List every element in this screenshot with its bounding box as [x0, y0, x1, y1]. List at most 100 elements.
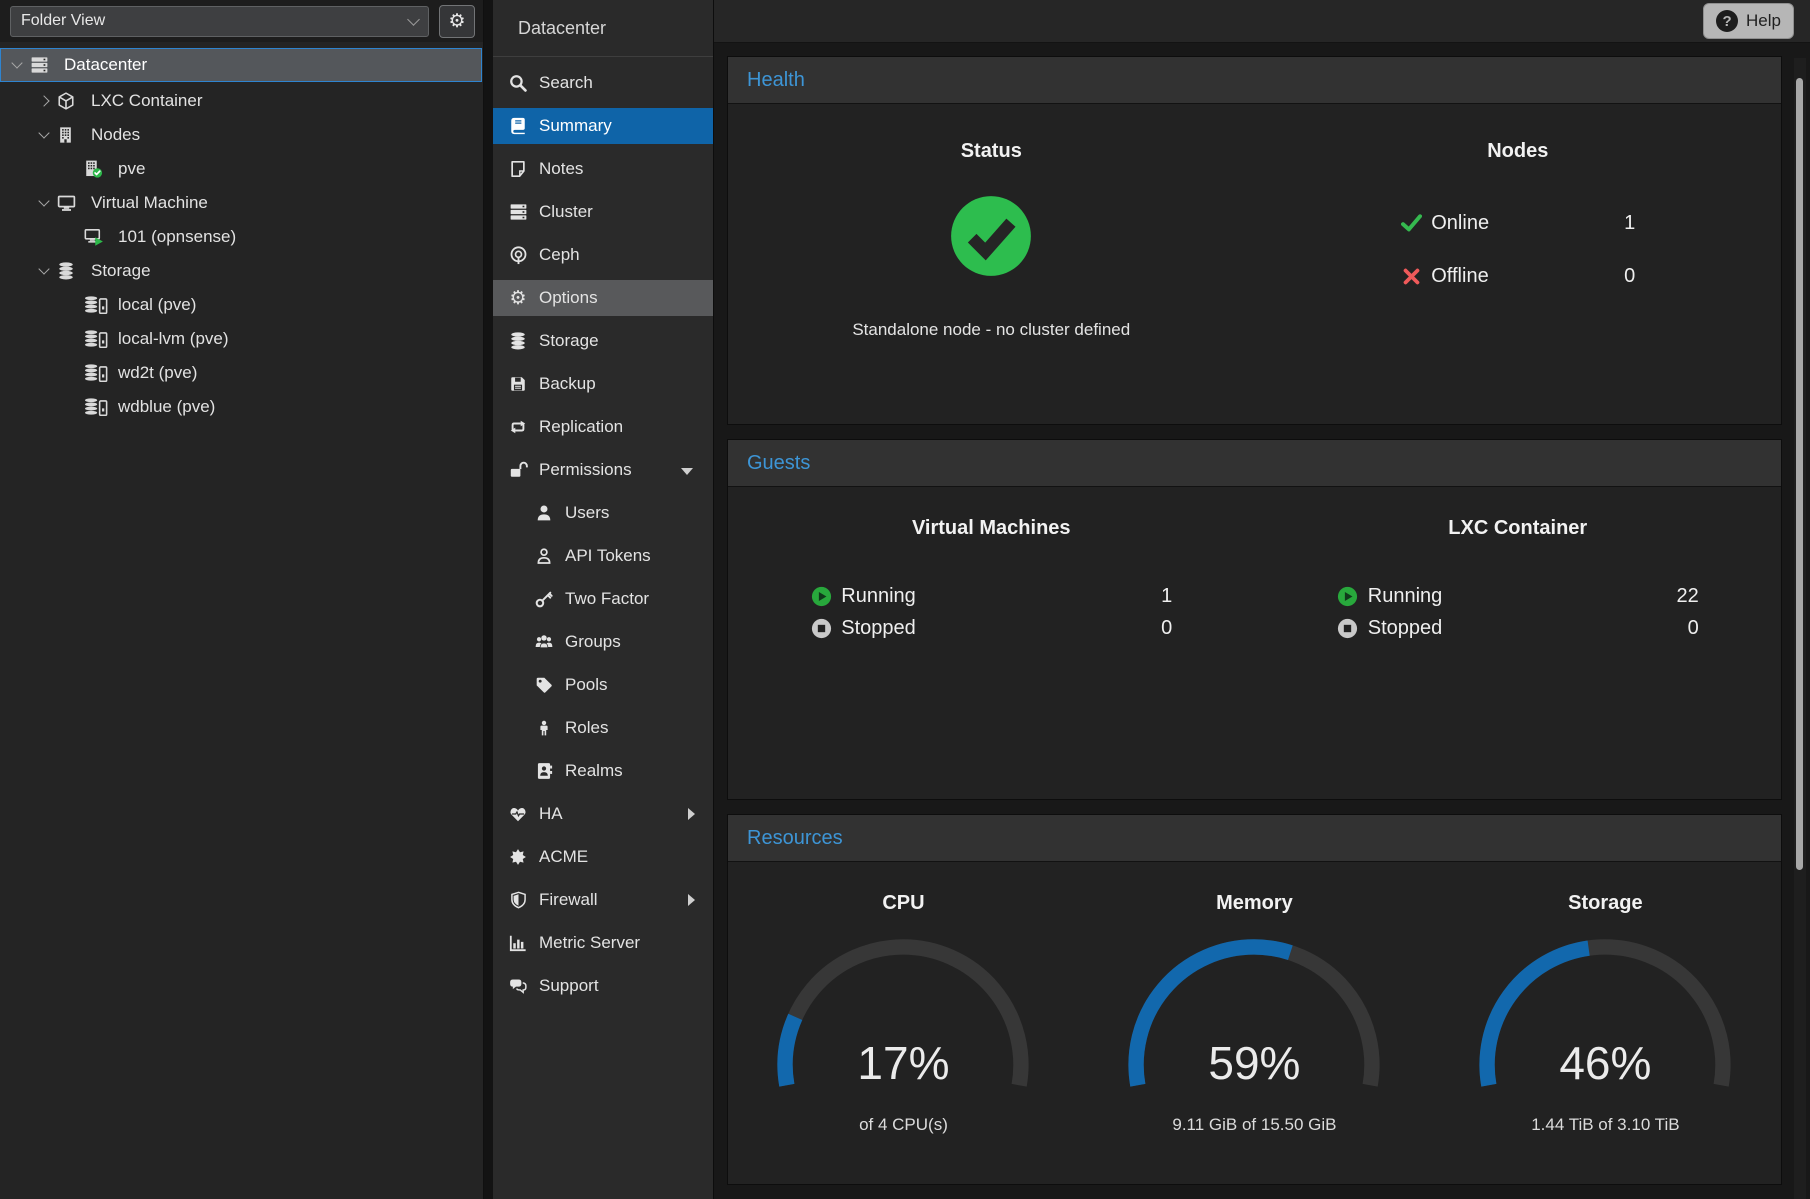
lxc-container-column: LXC Container Running 22	[1255, 487, 1782, 799]
shield-icon	[506, 890, 530, 910]
tree-item-wd2t-pve[interactable]: wd2t (pve)	[0, 358, 483, 388]
tree-item-label: Nodes	[91, 125, 140, 145]
nav-item-api-tokens[interactable]: API Tokens	[493, 538, 713, 574]
database-drive-icon	[84, 363, 110, 383]
chevron-down-icon[interactable]	[38, 263, 49, 274]
vm-running-row: Running 1	[810, 580, 1172, 612]
vm-running-value: 1	[1161, 585, 1172, 608]
nav-item-ha[interactable]: HA	[493, 796, 713, 832]
nav-item-label: HA	[539, 804, 563, 824]
nav-item-label: Two Factor	[565, 589, 649, 609]
gear-icon: ⚙	[448, 12, 465, 31]
tree-settings-button[interactable]: ⚙	[439, 5, 475, 38]
memory-caption: 9.11 GiB of 15.50 GiB	[1172, 1115, 1336, 1135]
nav-item-label: Permissions	[539, 460, 632, 480]
tree-item-101-opnsense[interactable]: 101 (opnsense)	[0, 222, 483, 252]
resources-panel-title: Resources	[747, 827, 843, 850]
nav-item-replication[interactable]: Replication	[493, 409, 713, 445]
chevron-down-icon[interactable]	[38, 127, 49, 138]
nav-item-options[interactable]: ⚙Options	[493, 280, 713, 316]
vertical-scrollbar[interactable]	[1794, 58, 1806, 1199]
building-check-icon	[84, 159, 110, 179]
chevron-down-icon[interactable]	[11, 57, 22, 68]
view-mode-value: Folder View	[21, 12, 105, 30]
nav-item-label: Realms	[565, 761, 623, 781]
nav-item-label: Cluster	[539, 202, 593, 222]
help-button[interactable]: ? Help	[1703, 3, 1794, 39]
tree-toolbar: Folder View ⚙	[0, 0, 483, 42]
tree-item-label: Virtual Machine	[91, 193, 208, 213]
nav-item-firewall[interactable]: Firewall	[493, 882, 713, 918]
nav-item-storage[interactable]: Storage	[493, 323, 713, 359]
certificate-icon	[506, 847, 530, 867]
tree-item-lxc-container[interactable]: LXC Container	[0, 86, 483, 116]
chevron-down-icon[interactable]	[38, 195, 49, 206]
cpu-gauge: 17%	[773, 935, 1033, 1099]
nodes-offline-value: 0	[1624, 265, 1635, 288]
search-icon	[506, 73, 530, 93]
tree-item-label: LXC Container	[91, 91, 203, 111]
tree-item-storage[interactable]: Storage	[0, 256, 483, 286]
virtual-machines-column: Virtual Machines Running 1	[728, 487, 1255, 799]
tree-item-local-lvm-pve[interactable]: local-lvm (pve)	[0, 324, 483, 354]
nav-item-support[interactable]: Support	[493, 968, 713, 1004]
cpu-percent: 17%	[857, 1036, 949, 1090]
nav-item-two-factor[interactable]: Two Factor	[493, 581, 713, 617]
stop-circle-icon	[810, 617, 832, 639]
memory-gauge-column: Memory 59% 9.11 GiB of 15.50 GiB	[1079, 862, 1430, 1184]
datacenter-nav-panel: Datacenter SearchSummaryNotesClusterCeph…	[493, 0, 714, 1199]
nav-item-label: Metric Server	[539, 933, 640, 953]
nav-item-cluster[interactable]: Cluster	[493, 194, 713, 230]
lxc-stopped-label: Stopped	[1368, 617, 1443, 640]
tree-item-local-pve[interactable]: local (pve)	[0, 290, 483, 320]
tree-item-wdblue-pve[interactable]: wdblue (pve)	[0, 392, 483, 422]
nav-item-search[interactable]: Search	[493, 65, 713, 101]
nav-item-label: Support	[539, 976, 599, 996]
server-icon	[506, 202, 530, 222]
nav-item-roles[interactable]: Roles	[493, 710, 713, 746]
nav-item-notes[interactable]: Notes	[493, 151, 713, 187]
tree-item-label: 101 (opnsense)	[118, 227, 236, 247]
tree-item-nodes[interactable]: Nodes	[0, 120, 483, 150]
comments-icon	[506, 976, 530, 996]
help-label: Help	[1746, 11, 1781, 31]
nav-item-pools[interactable]: Pools	[493, 667, 713, 703]
guests-panel-header: Guests	[728, 440, 1781, 487]
nav-item-ceph[interactable]: Ceph	[493, 237, 713, 273]
view-mode-select[interactable]: Folder View	[10, 6, 429, 37]
lxc-running-value: 22	[1677, 585, 1699, 608]
resource-tree: Datacenter LXC Container Nodes pve Virtual M…	[0, 42, 483, 1199]
nav-item-metric-server[interactable]: Metric Server	[493, 925, 713, 961]
storage-caption: 1.44 TiB of 3.10 TiB	[1531, 1115, 1679, 1135]
nav-item-backup[interactable]: Backup	[493, 366, 713, 402]
nav-item-label: Storage	[539, 331, 599, 351]
book-icon	[506, 116, 530, 136]
cpu-heading: CPU	[882, 892, 924, 915]
tree-item-pve[interactable]: pve	[0, 154, 483, 184]
nav-item-acme[interactable]: ACME	[493, 839, 713, 875]
chevron-right-icon[interactable]	[38, 95, 49, 106]
tree-item-virtual-machine[interactable]: Virtual Machine	[0, 188, 483, 218]
proxmox-app: Folder View ⚙ Datacenter LXC Container Nod…	[0, 0, 1810, 1199]
lxc-heading: LXC Container	[1448, 517, 1587, 540]
play-circle-icon	[810, 585, 832, 607]
lxc-running-label: Running	[1368, 585, 1443, 608]
nav-item-label: Pools	[565, 675, 608, 695]
nav-item-groups[interactable]: Groups	[493, 624, 713, 660]
nav-item-realms[interactable]: Realms	[493, 753, 713, 789]
panel-splitter[interactable]	[484, 0, 493, 1199]
question-circle-icon: ?	[1716, 10, 1738, 32]
nav-item-summary[interactable]: Summary	[493, 108, 713, 144]
health-panel-title: Health	[747, 69, 805, 92]
nav-item-permissions[interactable]: Permissions	[493, 452, 713, 488]
cpu-gauge-column: CPU 17% of 4 CPU(s)	[728, 862, 1079, 1184]
scrollbar-thumb[interactable]	[1796, 78, 1803, 870]
nodes-offline-label: Offline	[1431, 265, 1488, 288]
status-heading: Status	[961, 140, 1022, 163]
nav-item-users[interactable]: Users	[493, 495, 713, 531]
summary-content-area: ? Help Health Status	[714, 0, 1810, 1199]
tree-item-datacenter[interactable]: Datacenter	[0, 48, 482, 82]
cube-icon	[57, 91, 83, 111]
content-topbar: ? Help	[714, 0, 1810, 43]
storage-gauge: 46%	[1475, 935, 1735, 1099]
